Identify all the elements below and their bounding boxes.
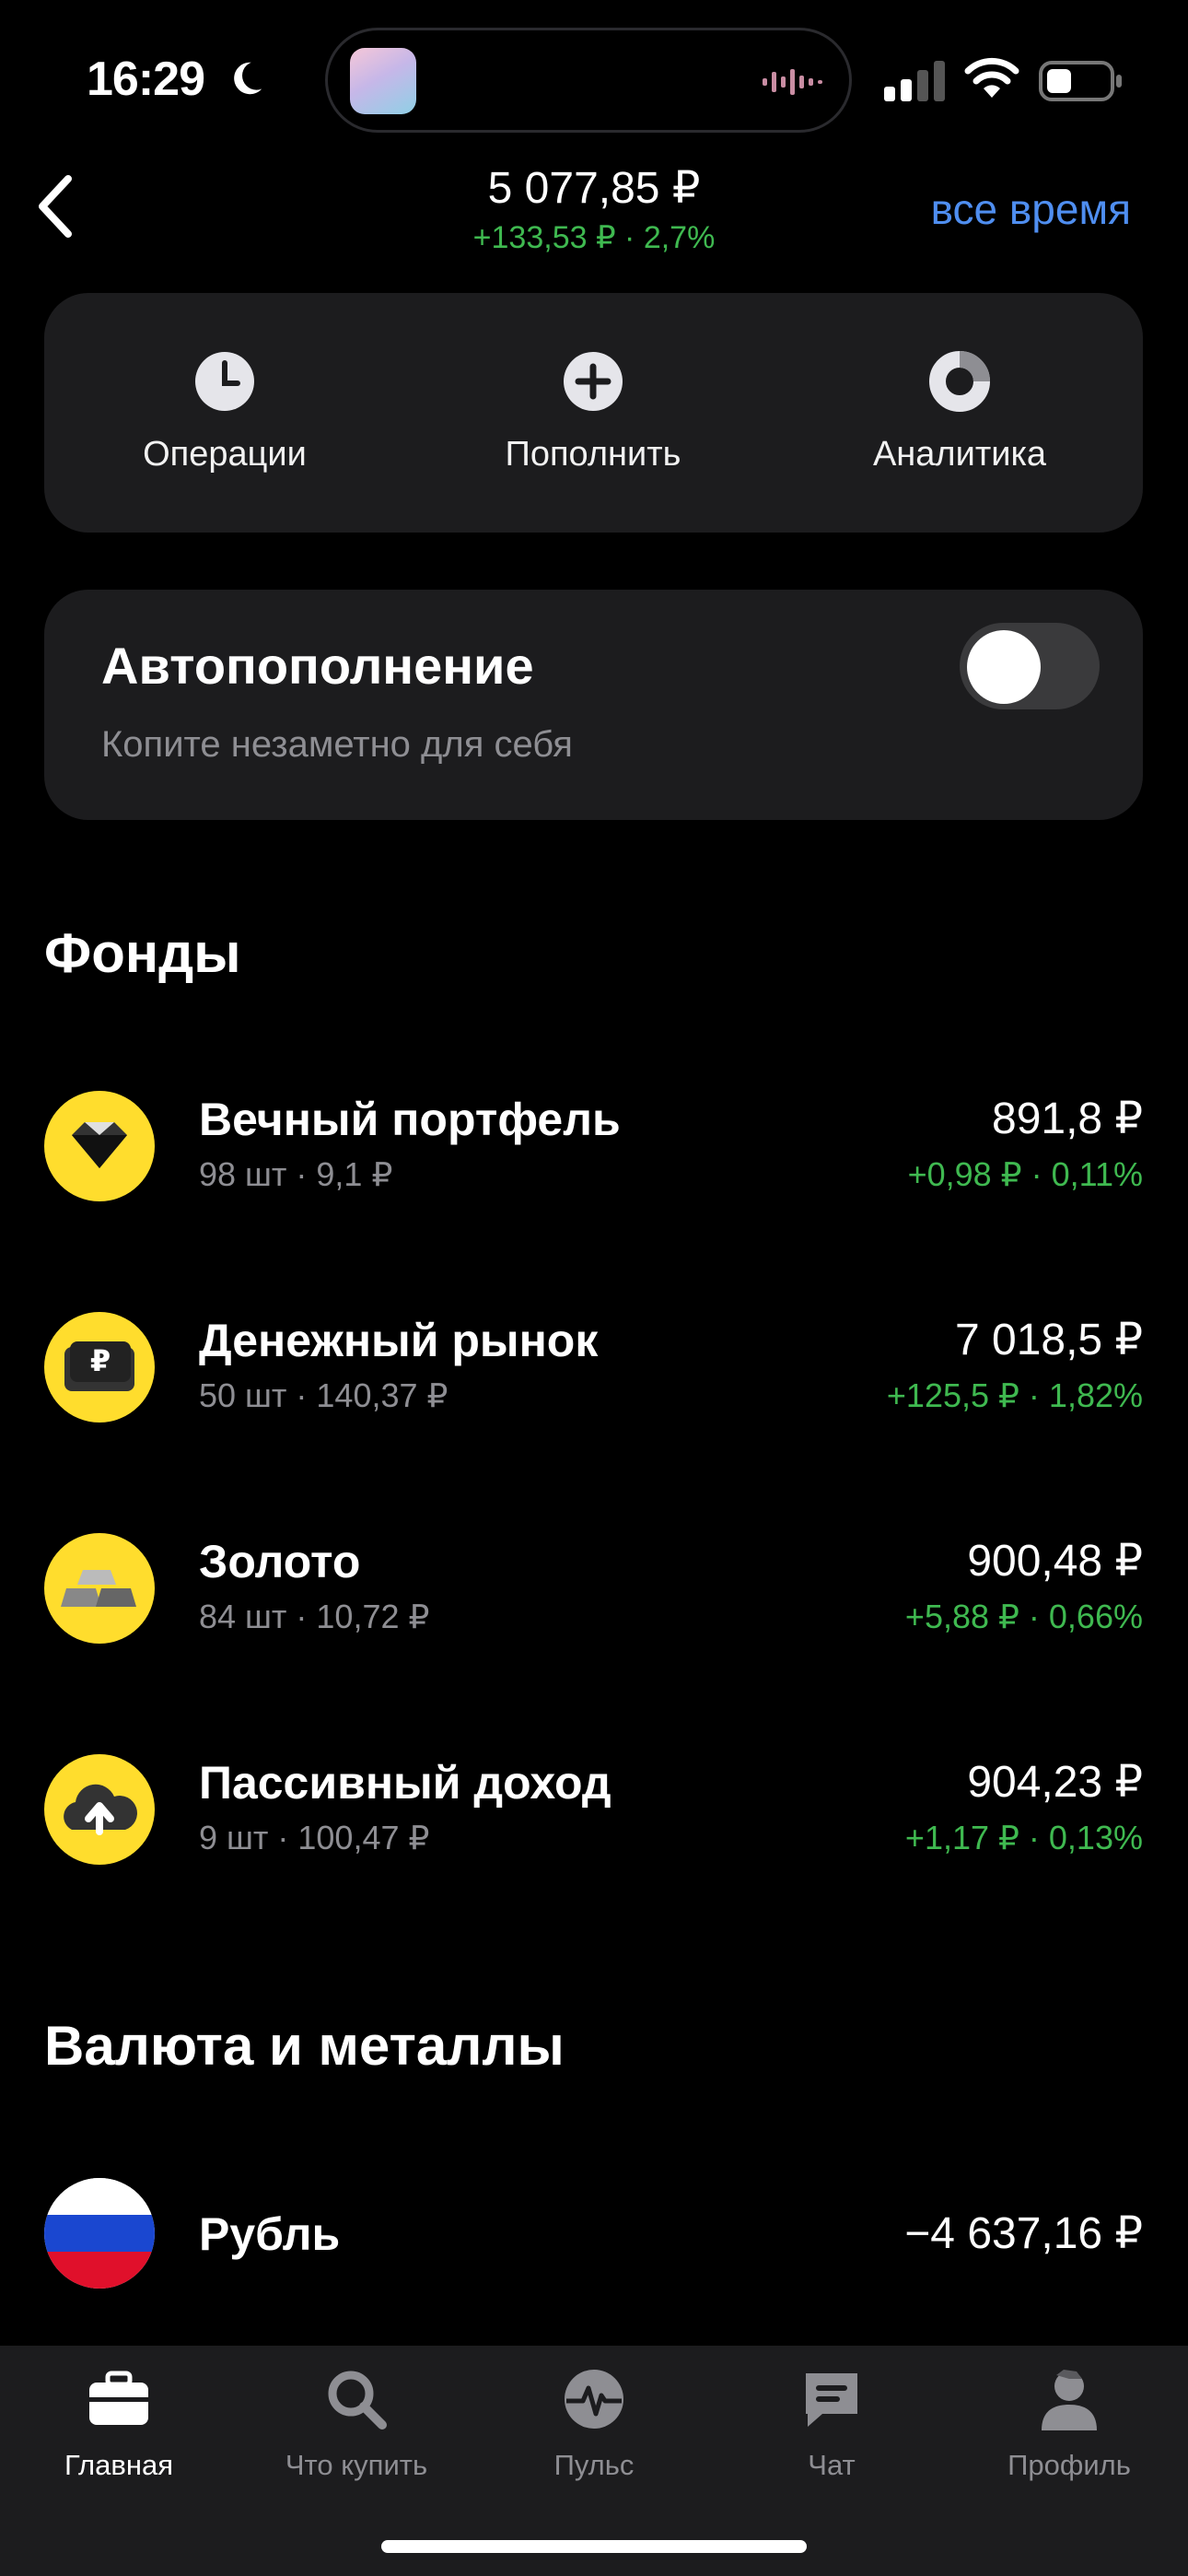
tab-what-to-buy-label: Что купить [285, 2449, 428, 2481]
fund-meta: 98 шт · 9,1 ₽ [199, 1155, 393, 1193]
fund-value: 7 018,5 ₽ [954, 1316, 1143, 1364]
autopay-subtitle: Копите незаметно для себя [101, 724, 573, 765]
battery-icon [1039, 61, 1122, 101]
status-time: 16:29 [87, 53, 205, 106]
chat-icon [806, 2373, 857, 2427]
clock-icon [195, 352, 254, 411]
pulse-icon [565, 2370, 623, 2429]
actions-card: Операции Пополнить Аналитика [44, 293, 1143, 533]
fund-name: Пассивный доход [199, 1757, 611, 1809]
currency-section-title: Валюта и металлы [44, 2015, 565, 2077]
fund-name: Золото [199, 1536, 361, 1587]
top-up-label: Пополнить [505, 435, 681, 474]
tab-what-to-buy[interactable]: Что купить [238, 2366, 475, 2486]
operations-label: Операции [143, 435, 307, 474]
moon-icon [234, 62, 262, 95]
operations-button[interactable]: Операции [41, 293, 409, 533]
pie-chart-icon [929, 351, 990, 412]
gold-bars-icon [44, 1533, 155, 1644]
home-indicator[interactable] [381, 2540, 807, 2553]
ruble-wallet-icon: ₽ [44, 1312, 155, 1423]
media-thumbnail [350, 48, 416, 114]
fund-name: Вечный портфель [199, 1094, 621, 1145]
fund-name: Денежный рынок [199, 1315, 599, 1366]
tab-chat[interactable]: Чат [713, 2366, 950, 2486]
fund-change: +0,98 ₽ · 0,11% [907, 1155, 1143, 1193]
fund-change: +125,5 ₽ · 1,82% [886, 1376, 1143, 1414]
fund-change: +5,88 ₽ · 0,66% [904, 1598, 1143, 1635]
fund-value: 900,48 ₽ [967, 1537, 1143, 1586]
analytics-button[interactable]: Аналитика [775, 293, 1144, 533]
autopay-title: Автопополнение [101, 637, 534, 695]
fund-meta: 84 шт · 10,72 ₽ [199, 1598, 430, 1635]
autopay-card[interactable] [44, 590, 1143, 820]
profile-icon [1042, 2370, 1097, 2430]
cloud-arrow-icon [44, 1754, 155, 1865]
tab-home-label: Главная [64, 2449, 173, 2481]
autopay-toggle-knob [967, 630, 1041, 704]
plus-circle-icon [564, 352, 623, 411]
fund-meta: 50 шт · 140,37 ₽ [199, 1376, 448, 1414]
briefcase-icon [89, 2371, 148, 2425]
cellular-signal-icon [884, 61, 945, 101]
search-icon [328, 2371, 387, 2430]
tab-profile-label: Профиль [1007, 2449, 1131, 2481]
tab-profile[interactable]: Профиль [950, 2366, 1188, 2486]
fund-meta: 9 шт · 100,47 ₽ [199, 1819, 430, 1856]
period-selector[interactable]: все время [931, 184, 1131, 234]
funds-section-title: Фонды [44, 922, 241, 984]
currency-value: −4 637,16 ₽ [904, 2209, 1143, 2258]
fund-change: +1,17 ₽ · 0,13% [904, 1819, 1143, 1856]
russia-flag-icon [44, 2178, 155, 2289]
tab-chat-label: Чат [808, 2449, 856, 2481]
tab-pulse[interactable]: Пульс [475, 2366, 713, 2486]
audio-wave-icon [763, 69, 822, 95]
diamond-icon [44, 1091, 155, 1201]
top-up-button[interactable]: Пополнить [409, 293, 777, 533]
currency-name: Рубль [199, 2208, 341, 2260]
fund-value: 891,8 ₽ [992, 1095, 1143, 1143]
wifi-icon [964, 57, 1019, 98]
fund-value: 904,23 ₽ [967, 1758, 1143, 1807]
tab-pulse-label: Пульс [553, 2449, 635, 2481]
tab-home[interactable]: Главная [0, 2366, 238, 2486]
svg-text:₽: ₽ [90, 1343, 111, 1378]
analytics-label: Аналитика [872, 435, 1047, 474]
